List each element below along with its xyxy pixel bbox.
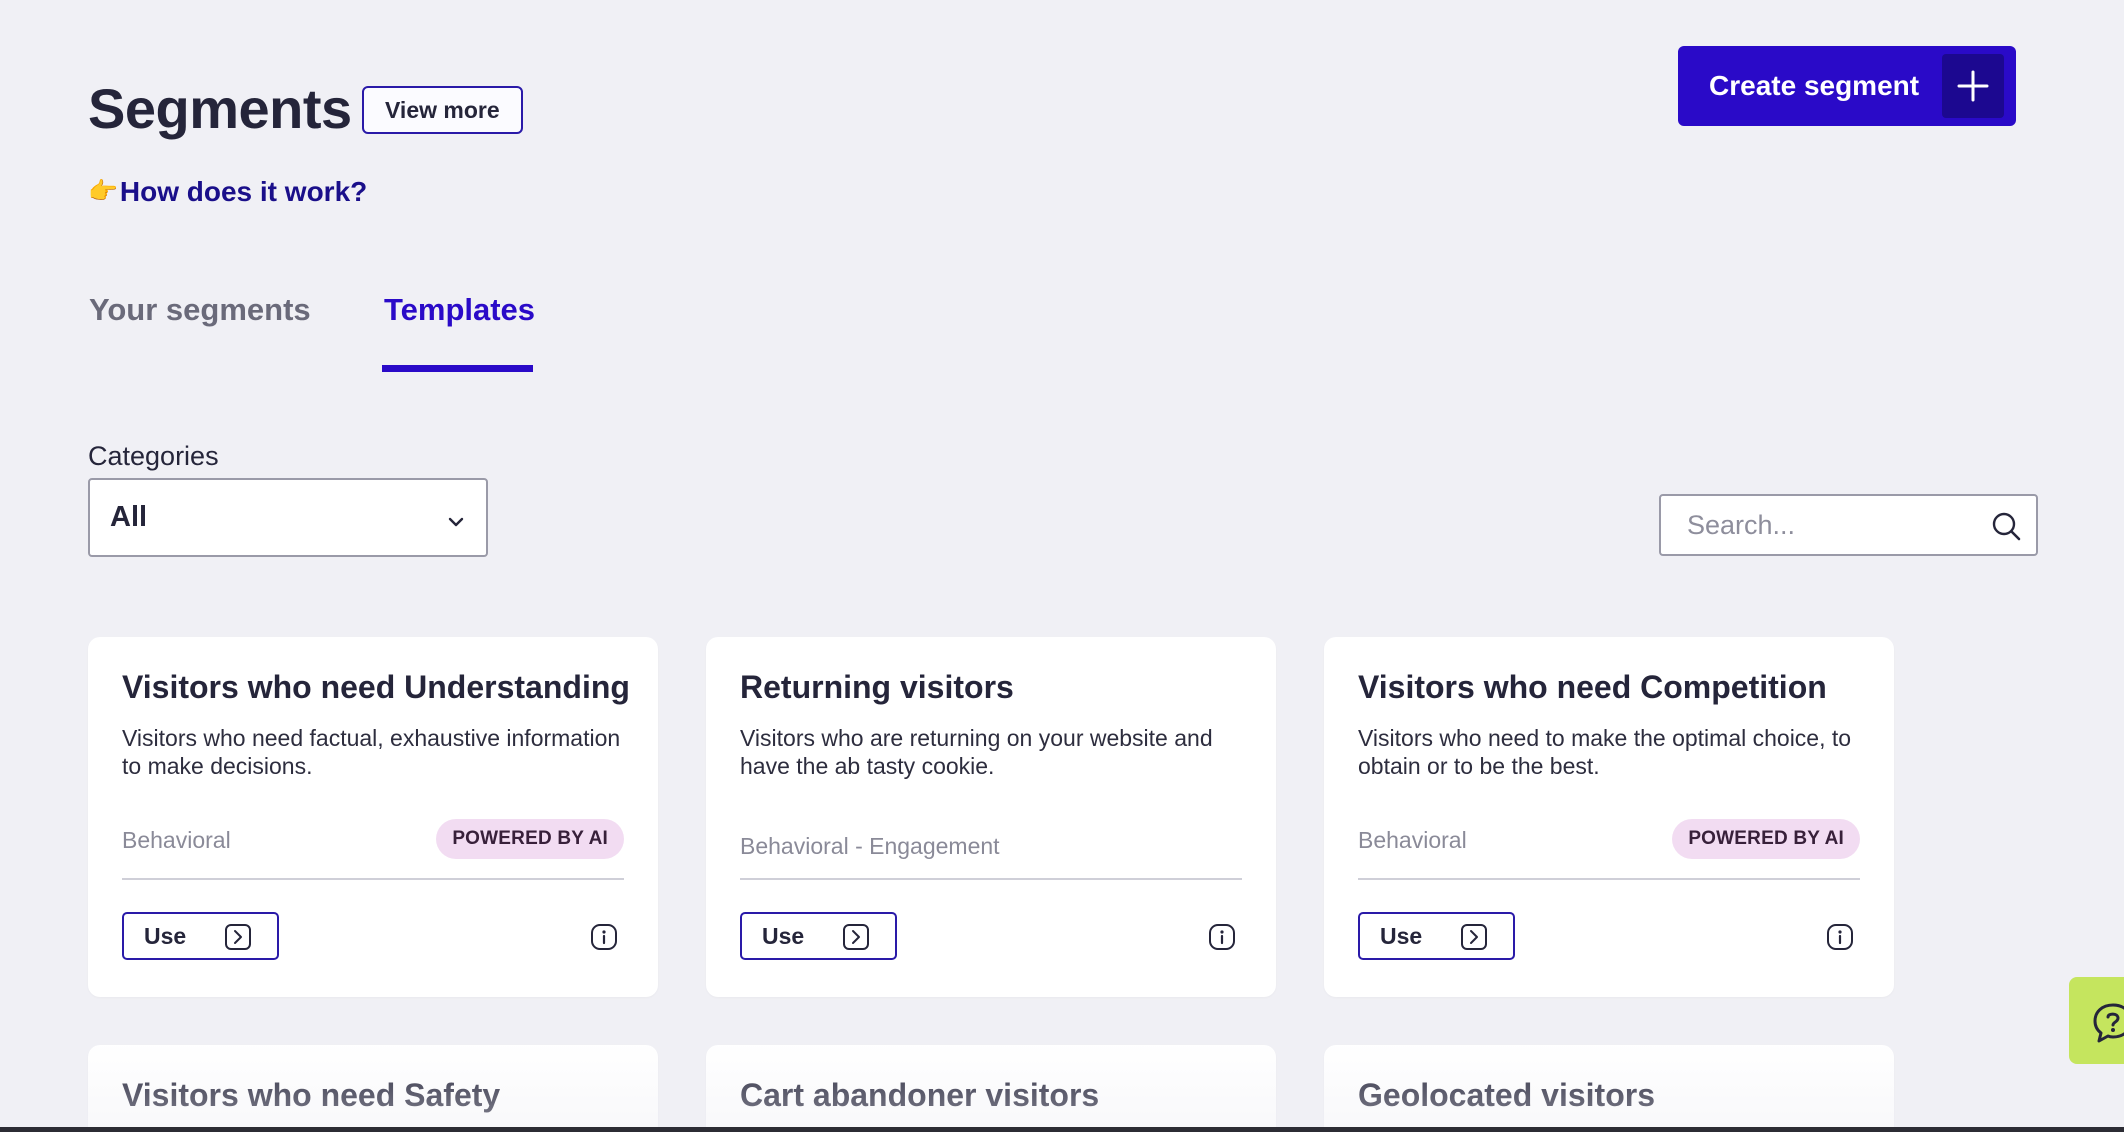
help-chat-icon (2091, 1001, 2124, 1050)
use-label: Use (762, 922, 805, 949)
how-does-it-work-label: How does it work? (119, 176, 368, 207)
categories-select[interactable]: All (88, 478, 488, 557)
card-title: Visitors who need Understanding (122, 669, 630, 705)
card-category: Behavioral - Engagement (740, 833, 1000, 859)
how-does-it-work-link[interactable]: 👉 How does it work? (88, 176, 367, 208)
pointing-hand-icon: 👉 (88, 178, 118, 205)
card-category: Behavioral (1358, 827, 1467, 853)
page-title: Segments (88, 77, 352, 140)
card-divider (740, 878, 1242, 880)
segment-card: Cart abandoner visitors (706, 1045, 1276, 1132)
card-description: Visitors who need factual, exhaustive in… (122, 725, 621, 779)
chevron-down-icon (446, 507, 466, 540)
segment-card: Visitors who need Understanding Visitors… (88, 637, 658, 997)
use-template-button[interactable]: Use (1358, 912, 1515, 960)
info-icon[interactable] (590, 923, 618, 956)
search-input[interactable] (1687, 496, 1977, 554)
tab-your-segments[interactable]: Your segments (89, 292, 311, 328)
powered-by-ai-badge: POWERED BY AI (1672, 819, 1860, 859)
powered-by-ai-badge: POWERED BY AI (436, 819, 624, 859)
use-label: Use (144, 922, 187, 949)
view-more-button[interactable]: View more (362, 86, 523, 134)
segment-card: Visitors who need Competition Visitors w… (1324, 637, 1894, 997)
card-divider (1358, 878, 1860, 880)
plus-icon (1942, 54, 2004, 118)
segment-card: Geolocated visitors (1324, 1045, 1894, 1132)
bottom-bar (0, 1127, 2124, 1132)
help-widget-tab[interactable] (2069, 977, 2124, 1064)
create-segment-button[interactable]: Create segment (1678, 46, 2016, 126)
categories-selected-value: All (110, 501, 148, 533)
card-title: Cart abandoner visitors (740, 1077, 1100, 1113)
segment-card: Visitors who need Safety (88, 1045, 658, 1132)
card-description: Visitors who are returning on your websi… (740, 725, 1213, 779)
use-label: Use (1380, 922, 1423, 949)
arrow-right-box-icon (224, 923, 252, 957)
info-icon[interactable] (1826, 923, 1854, 956)
tab-templates[interactable]: Templates (384, 292, 535, 328)
card-divider (122, 878, 624, 880)
use-template-button[interactable]: Use (740, 912, 897, 960)
create-segment-label: Create segment (1709, 70, 1920, 101)
segment-card: Returning visitors Visitors who are retu… (706, 637, 1276, 997)
card-description: Visitors who need to make the optimal ch… (1358, 725, 1852, 779)
arrow-right-box-icon (1460, 923, 1488, 957)
card-title: Geolocated visitors (1358, 1077, 1655, 1113)
search-box (1659, 494, 2038, 556)
use-template-button[interactable]: Use (122, 912, 279, 960)
card-title: Returning visitors (740, 669, 1014, 705)
card-title: Visitors who need Competition (1358, 669, 1827, 705)
active-tab-indicator (382, 365, 533, 372)
search-icon[interactable] (1990, 510, 2022, 547)
card-title: Visitors who need Safety (122, 1077, 501, 1113)
categories-label: Categories (88, 441, 219, 471)
segments-page: Segments View more 👉 How does it work? C… (0, 0, 2124, 1132)
arrow-right-box-icon (842, 923, 870, 957)
card-category: Behavioral (122, 827, 231, 853)
info-icon[interactable] (1208, 923, 1236, 956)
